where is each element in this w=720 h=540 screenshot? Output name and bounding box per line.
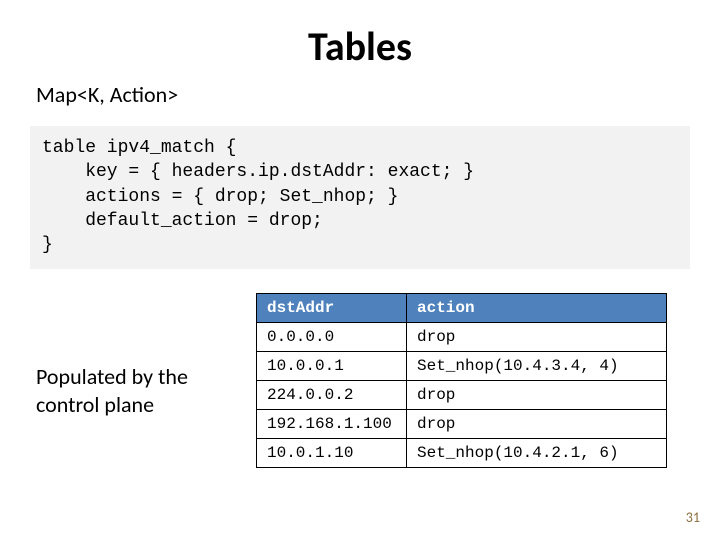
cell-dstaddr: 10.0.1.10 [257,439,407,468]
cell-action: Set_nhop(10.4.2.1, 6) [407,439,667,468]
table-row: 0.0.0.0 drop [257,323,667,352]
code-block: table ipv4_match { key = { headers.ip.ds… [30,126,690,269]
table-row: 10.0.1.10 Set_nhop(10.4.2.1, 6) [257,439,667,468]
cell-action: drop [407,381,667,410]
table-row: 224.0.0.2 drop [257,381,667,410]
page-number: 31 [686,509,700,526]
table-row: 10.0.0.1 Set_nhop(10.4.3.4, 4) [257,352,667,381]
table-header-row: dstAddr action [257,294,667,323]
col-header-dstaddr: dstAddr [257,294,407,323]
cell-dstaddr: 10.0.0.1 [257,352,407,381]
col-header-action: action [407,294,667,323]
cell-dstaddr: 224.0.0.2 [257,381,407,410]
slide-title: Tables [30,22,690,71]
slide-subtitle: Map<K, Action> [36,81,690,108]
table-row: 192.168.1.100 drop [257,410,667,439]
cell-dstaddr: 0.0.0.0 [257,323,407,352]
cell-action: drop [407,323,667,352]
content-row: Populated by the control plane dstAddr a… [30,293,690,468]
cell-action: drop [407,410,667,439]
cell-action: Set_nhop(10.4.3.4, 4) [407,352,667,381]
slide: Tables Map<K, Action> table ipv4_match {… [0,0,720,540]
cell-dstaddr: 192.168.1.100 [257,410,407,439]
match-table: dstAddr action 0.0.0.0 drop 10.0.0.1 Set… [256,293,667,468]
table-caption: Populated by the control plane [36,363,236,418]
